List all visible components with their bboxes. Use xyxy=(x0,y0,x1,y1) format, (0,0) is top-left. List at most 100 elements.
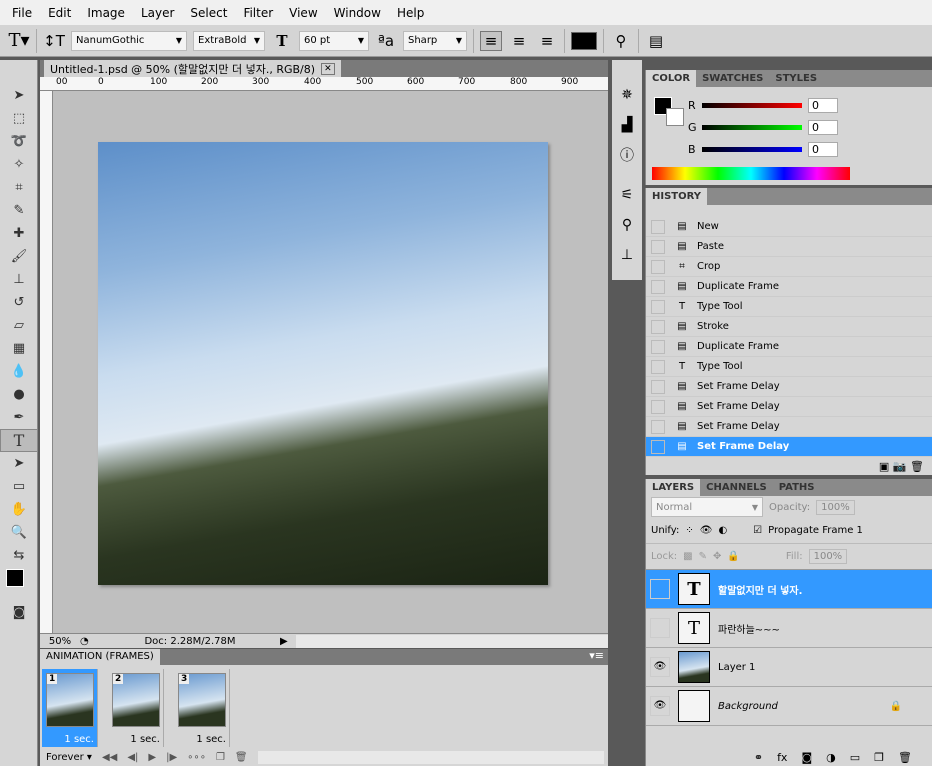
pen-tool-icon[interactable]: ✒ xyxy=(0,406,38,429)
history-item[interactable]: ▤ Set Frame Delay xyxy=(646,397,932,417)
duplicate-frame-icon[interactable]: ❐ xyxy=(216,752,225,763)
healing-brush-tool-icon[interactable]: ✚ xyxy=(0,222,38,245)
history-item[interactable]: ▤ Set Frame Delay xyxy=(646,437,932,457)
fill-input[interactable]: 100% xyxy=(808,549,848,564)
tab-channels[interactable]: CHANNELS xyxy=(700,479,773,496)
adjustment-icon[interactable]: ◑ xyxy=(826,751,836,764)
path-select-tool-icon[interactable]: ➤ xyxy=(0,452,38,475)
crop-tool-icon[interactable]: ⌗ xyxy=(0,176,38,199)
delete-frame-icon[interactable]: 🗑 xyxy=(235,752,248,763)
lock-pixels-icon[interactable]: ✎ xyxy=(699,551,707,562)
font-family-select[interactable]: NanumGothic xyxy=(71,30,187,51)
tab-swatches[interactable]: SWATCHES xyxy=(696,70,769,87)
history-brush-tool-icon[interactable]: ↺ xyxy=(0,291,38,314)
menu-help[interactable]: Help xyxy=(389,6,432,20)
eye-icon[interactable]: 👁 xyxy=(650,696,670,716)
g-value[interactable]: 0 xyxy=(808,119,838,135)
color-swatches[interactable] xyxy=(0,567,37,601)
clone-source-icon[interactable]: ⚲ xyxy=(612,210,642,240)
visibility-toggle[interactable] xyxy=(650,618,670,638)
blend-mode-select[interactable]: Normal xyxy=(651,497,763,517)
align-right-icon[interactable]: ≡ xyxy=(536,32,558,50)
status-menu-arrow-icon[interactable]: ▶ xyxy=(280,636,288,647)
brush-presets-icon[interactable]: ⚟ xyxy=(612,180,642,210)
layer-name[interactable]: Layer 1 xyxy=(718,662,755,673)
history-item[interactable]: ▤ Duplicate Frame xyxy=(646,277,932,297)
document-tab[interactable]: Untitled-1.psd @ 50% (할말없지만 더 넣자., RGB/8… xyxy=(44,60,341,77)
clone-stamp-tool-icon[interactable]: ⊥ xyxy=(0,268,38,291)
menu-edit[interactable]: Edit xyxy=(40,6,79,20)
layer-name[interactable]: 파란하늘~~~ xyxy=(718,621,780,636)
eye-icon[interactable]: 👁 xyxy=(650,657,670,677)
visibility-toggle[interactable] xyxy=(650,579,670,599)
menu-layer[interactable]: Layer xyxy=(133,6,182,20)
snapshot-source-checkbox[interactable] xyxy=(651,319,665,334)
history-item[interactable]: ▤ Set Frame Delay xyxy=(646,417,932,437)
unify-style-icon[interactable]: ◐ xyxy=(718,525,727,536)
navigator-icon[interactable]: ✵ xyxy=(612,80,642,110)
layer-name[interactable]: Background xyxy=(718,701,890,712)
frame-delay[interactable]: 1 sec. xyxy=(196,734,226,745)
eraser-tool-icon[interactable]: ▱ xyxy=(0,314,38,337)
b-slider[interactable] xyxy=(702,146,802,152)
type-tool-icon[interactable]: T xyxy=(0,429,38,452)
menu-view[interactable]: View xyxy=(281,6,325,20)
horizontal-scrollbar[interactable] xyxy=(295,634,608,648)
type-tool-preset-icon[interactable]: T▾ xyxy=(8,30,30,51)
first-frame-icon[interactable]: ◀◀ xyxy=(102,752,117,763)
lock-transparent-icon[interactable]: ▩ xyxy=(683,551,692,562)
menu-image[interactable]: Image xyxy=(79,6,133,20)
unify-visibility-icon[interactable]: 👁 xyxy=(700,525,713,536)
menu-filter[interactable]: Filter xyxy=(235,6,281,20)
history-item[interactable]: ▤ New xyxy=(646,217,932,237)
character-panel-icon[interactable]: ▤ xyxy=(645,32,667,50)
lasso-tool-icon[interactable]: ➰ xyxy=(0,130,38,153)
quick-select-tool-icon[interactable]: ✧ xyxy=(0,153,38,176)
snapshot-source-checkbox[interactable] xyxy=(651,379,665,394)
animation-frame[interactable]: 2 1 sec. xyxy=(108,669,164,747)
tab-paths[interactable]: PATHS xyxy=(773,479,821,496)
font-style-select[interactable]: ExtraBold xyxy=(193,30,265,51)
history-item[interactable]: ▤ Duplicate Frame xyxy=(646,337,932,357)
color-ramp[interactable] xyxy=(652,167,850,180)
loop-select[interactable]: Forever ▾ xyxy=(46,752,92,763)
unify-position-icon[interactable]: ⁘ xyxy=(685,525,693,536)
tab-color[interactable]: COLOR xyxy=(646,70,697,87)
eyedropper-tool-icon[interactable]: ✎ xyxy=(0,199,38,222)
animation-frame[interactable]: 3 1 sec. xyxy=(174,669,230,747)
align-center-icon[interactable]: ≡ xyxy=(508,32,530,50)
hand-tool-icon[interactable]: ✋ xyxy=(0,498,38,521)
snapshot-source-checkbox[interactable] xyxy=(651,439,665,454)
zoom-level[interactable]: 50% xyxy=(40,636,80,647)
background-color[interactable] xyxy=(666,108,684,126)
mask-icon[interactable]: ◙ xyxy=(801,751,812,764)
animation-frame[interactable]: 1 1 sec. xyxy=(42,669,98,747)
snapshot-source-checkbox[interactable] xyxy=(651,419,665,434)
menu-window[interactable]: Window xyxy=(326,6,389,20)
previous-frame-icon[interactable]: ◀| xyxy=(127,752,138,763)
group-icon[interactable]: ▭ xyxy=(850,751,860,764)
snapshot-source-checkbox[interactable] xyxy=(651,399,665,414)
b-value[interactable]: 0 xyxy=(808,141,838,157)
brush-tool-icon[interactable]: 🖌 xyxy=(0,245,38,268)
link-icon[interactable]: ⚭ xyxy=(754,751,763,764)
history-item[interactable]: ▤ Set Frame Delay xyxy=(646,377,932,397)
next-frame-icon[interactable]: |▶ xyxy=(166,752,177,763)
text-color-swatch[interactable] xyxy=(571,31,597,50)
snapshot-source-checkbox[interactable] xyxy=(651,299,665,314)
info-icon[interactable]: ⓘ xyxy=(612,140,642,170)
history-item[interactable]: ▤ Paste xyxy=(646,237,932,257)
close-icon[interactable]: ✕ xyxy=(321,62,335,75)
snapshot-source-checkbox[interactable] xyxy=(651,239,665,254)
g-slider[interactable] xyxy=(702,124,802,130)
tween-icon[interactable]: ∘∘∘ xyxy=(187,752,206,763)
menu-select[interactable]: Select xyxy=(182,6,235,20)
layer-row[interactable]: T 할말없지만 더 넣자. xyxy=(646,570,932,609)
history-item[interactable]: ▤ Stroke xyxy=(646,317,932,337)
animation-scrollbar[interactable] xyxy=(257,751,604,764)
delete-icon[interactable]: 🗑 xyxy=(910,460,924,473)
snapshot-source-checkbox[interactable] xyxy=(651,359,665,374)
shape-tool-icon[interactable]: ▭ xyxy=(0,475,38,498)
warp-text-icon[interactable]: ⚲ xyxy=(610,32,632,50)
propagate-checkbox[interactable]: ☑ xyxy=(753,525,762,536)
